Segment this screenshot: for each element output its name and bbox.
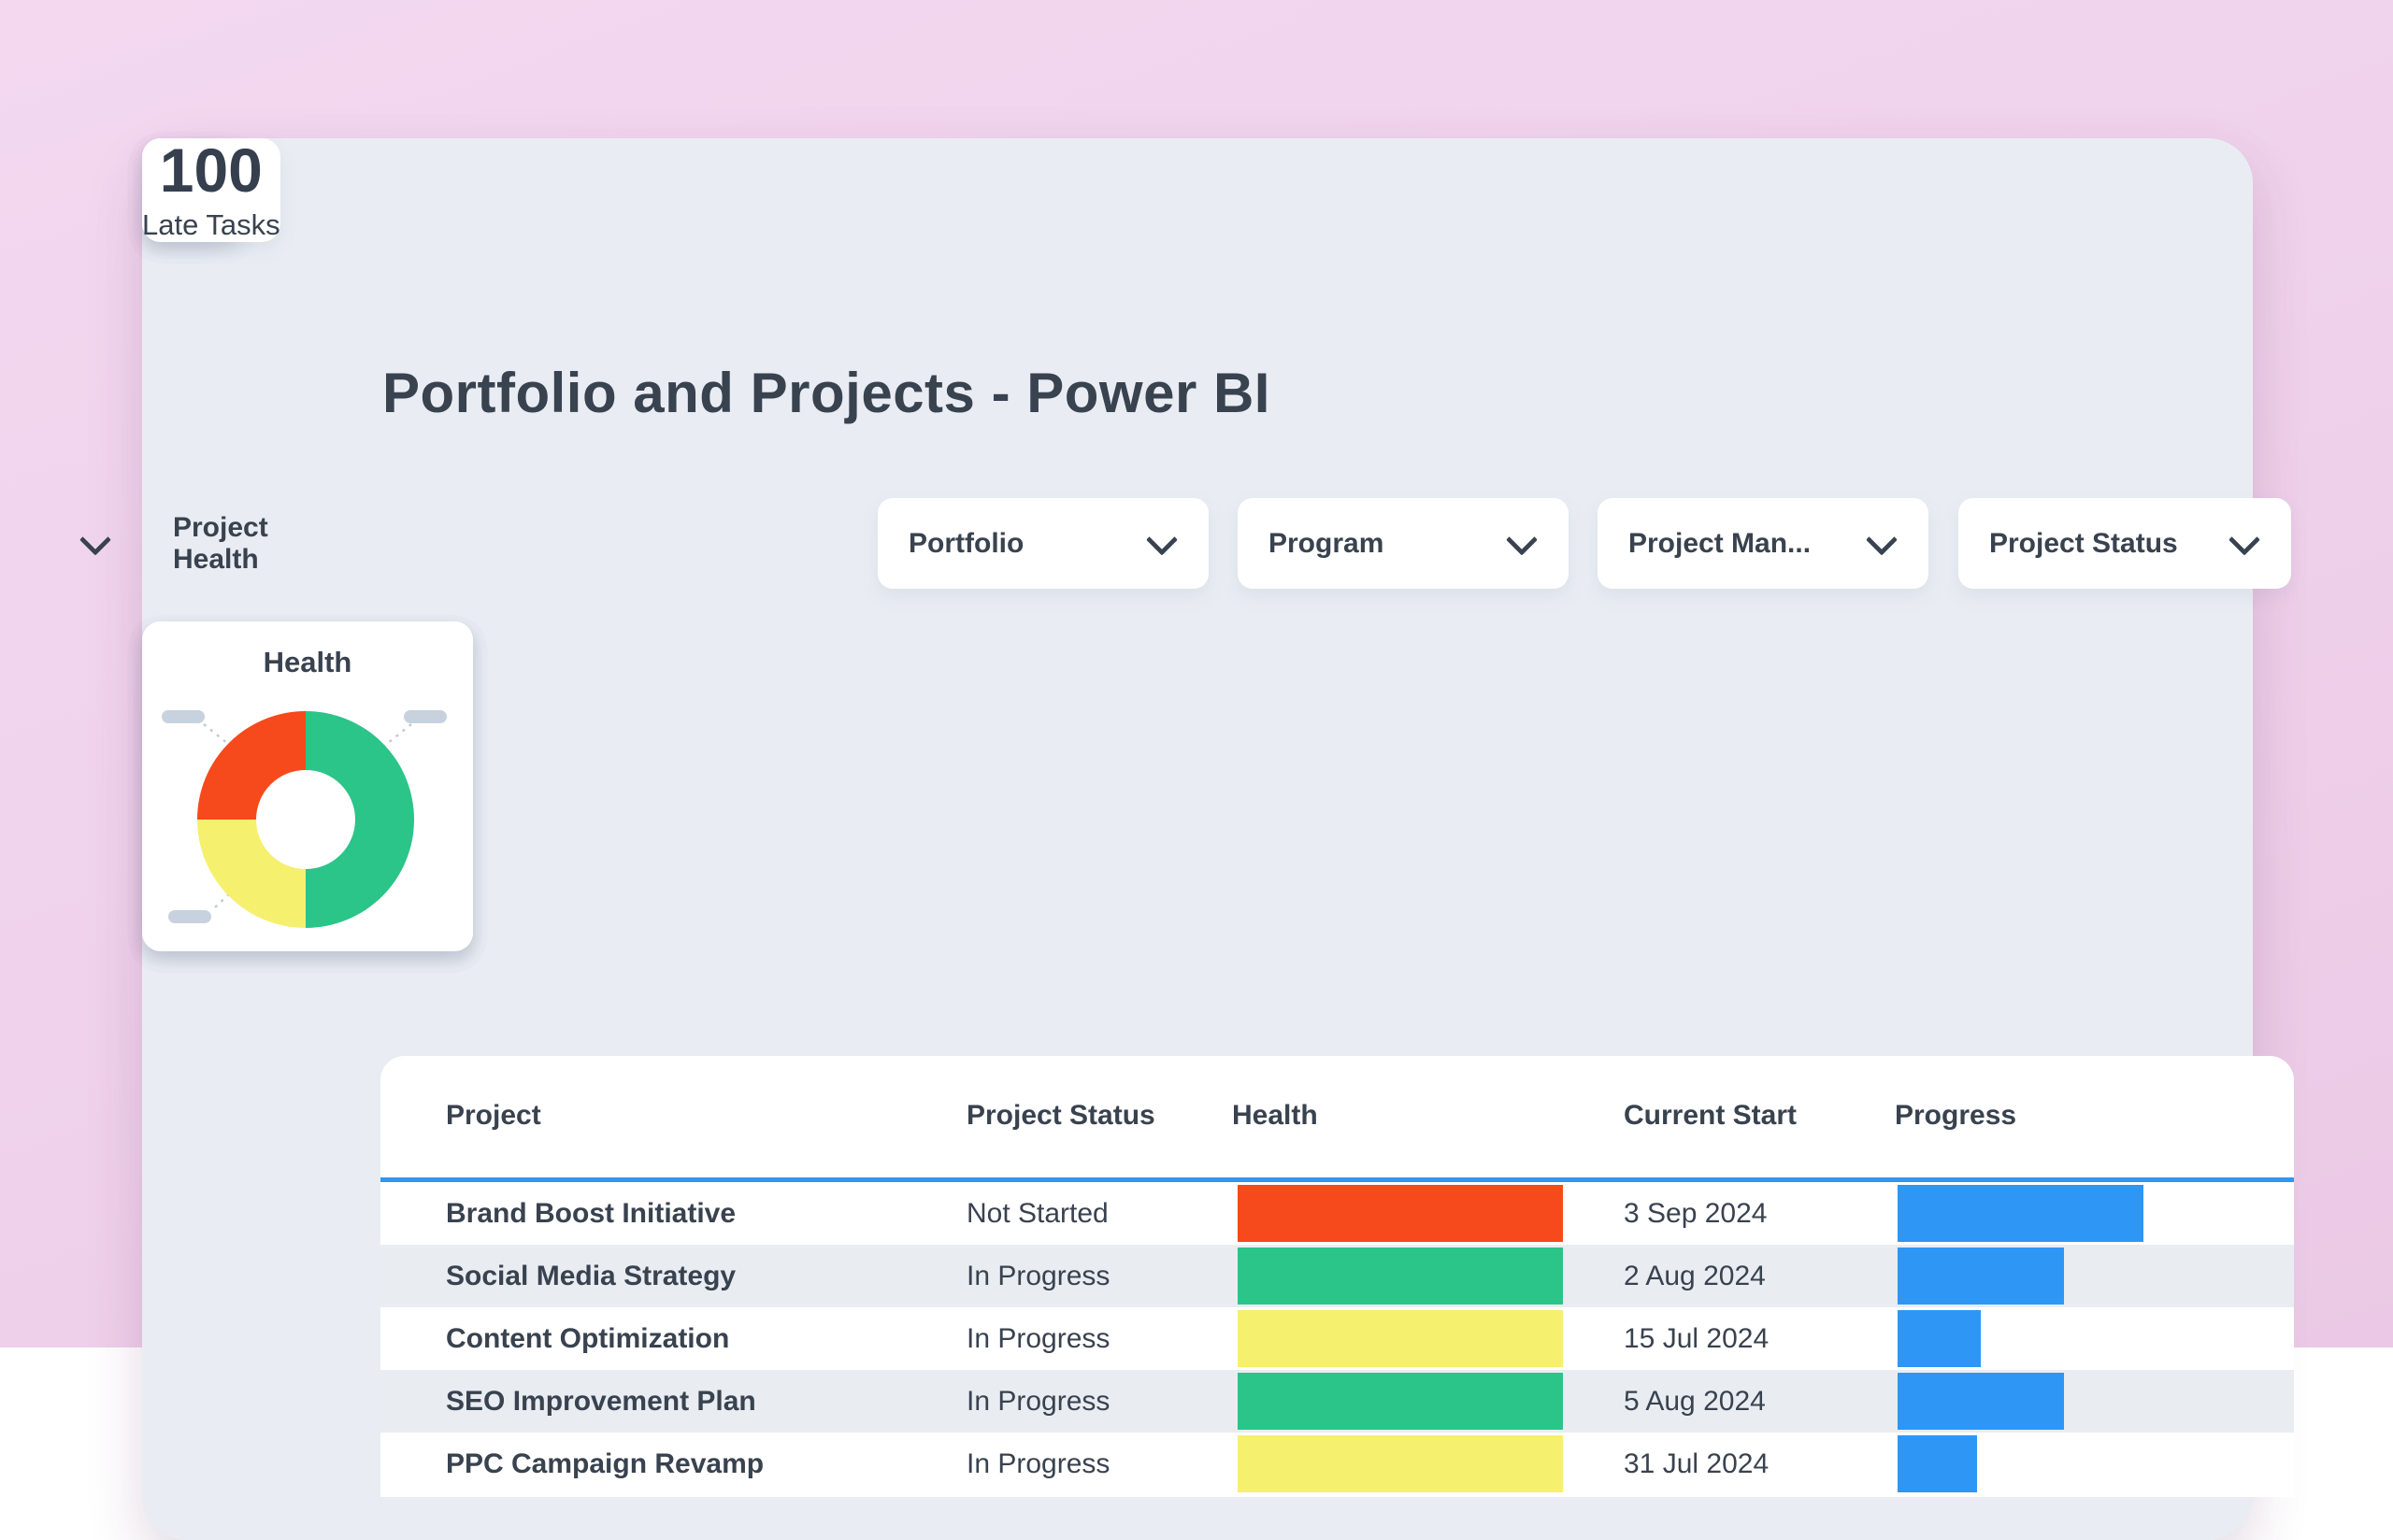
dashboard-card: Portfolio and Projects - Power BI Portfo… [142, 138, 2253, 1540]
health-bar [1238, 1435, 1563, 1492]
health-bar [1238, 1185, 1563, 1242]
column-header-project-status: Project Status [967, 1100, 1155, 1132]
column-header-progress: Progress [1895, 1100, 2016, 1132]
project-status: In Progress [967, 1307, 1110, 1370]
progress-bar [1898, 1248, 2064, 1305]
health-bar [1238, 1248, 1563, 1305]
table-row[interactable]: Social Media Strategy In Progress 2 Aug … [380, 1245, 2294, 1307]
table-body: Brand Boost Initiative Not Started 3 Sep… [380, 1182, 2294, 1495]
chevron-down-icon [2228, 523, 2260, 555]
donut-chart-health[interactable] [197, 711, 414, 928]
chart-card-health: Health [142, 621, 473, 951]
project-name: Content Optimization [446, 1307, 729, 1370]
health-bar [1238, 1373, 1563, 1430]
progress-bar [1898, 1310, 1981, 1367]
donut-hole [256, 770, 355, 869]
chevron-down-icon [79, 523, 111, 555]
project-name: PPC Campaign Revamp [446, 1433, 764, 1495]
filter-label: Program [1268, 528, 1383, 560]
current-start-date: 31 Jul 2024 [1624, 1433, 1769, 1495]
chevron-down-icon [1866, 523, 1898, 555]
kpi-card-late-tasks: 100 Late Tasks [142, 138, 280, 242]
column-header-health: Health [1232, 1100, 1318, 1132]
current-start-date: 3 Sep 2024 [1624, 1182, 1767, 1245]
column-header-project: Project [446, 1100, 541, 1132]
project-name: Social Media Strategy [446, 1245, 736, 1307]
health-bar [1238, 1310, 1563, 1367]
projects-table: Project Project Status Health Current St… [380, 1056, 2294, 1497]
project-name: Brand Boost Initiative [446, 1182, 736, 1245]
filter-label: Project Health [173, 512, 268, 576]
kpi-label: Late Tasks [142, 208, 280, 242]
chevron-down-icon [1506, 523, 1538, 555]
table-row[interactable]: Content Optimization In Progress 15 Jul … [380, 1307, 2294, 1370]
filter-label: Portfolio [909, 528, 1024, 560]
current-start-date: 15 Jul 2024 [1624, 1307, 1769, 1370]
filter-label: Project Status [1989, 528, 2178, 560]
column-header-current-start: Current Start [1624, 1100, 1797, 1132]
project-name: SEO Improvement Plan [446, 1370, 756, 1433]
current-start-date: 2 Aug 2024 [1624, 1245, 1766, 1307]
table-row[interactable]: SEO Improvement Plan In Progress 5 Aug 2… [380, 1370, 2294, 1433]
current-start-date: 5 Aug 2024 [1624, 1370, 1766, 1433]
filter-project-manager[interactable]: Project Man... [1598, 498, 1928, 589]
project-status: In Progress [967, 1433, 1110, 1495]
progress-bar [1898, 1373, 2064, 1430]
chevron-down-icon [1146, 523, 1178, 555]
project-status: Not Started [967, 1182, 1109, 1245]
filter-portfolio[interactable]: Portfolio [878, 498, 1209, 589]
progress-bar [1898, 1185, 2143, 1242]
desktop-background: Portfolio and Projects - Power BI Portfo… [0, 0, 2393, 1348]
progress-bar [1898, 1435, 1977, 1492]
table-row[interactable]: PPC Campaign Revamp In Progress 31 Jul 2… [380, 1433, 2294, 1495]
kpi-value: 100 [160, 138, 263, 203]
project-status: In Progress [967, 1370, 1110, 1433]
page-title: Portfolio and Projects - Power BI [382, 361, 1270, 425]
filter-project-status[interactable]: Project Status [1958, 498, 2291, 589]
project-status: In Progress [967, 1245, 1110, 1307]
filter-label: Project Man... [1628, 528, 1811, 560]
table-row[interactable]: Brand Boost Initiative Not Started 3 Sep… [380, 1182, 2294, 1245]
filter-program[interactable]: Program [1238, 498, 1569, 589]
